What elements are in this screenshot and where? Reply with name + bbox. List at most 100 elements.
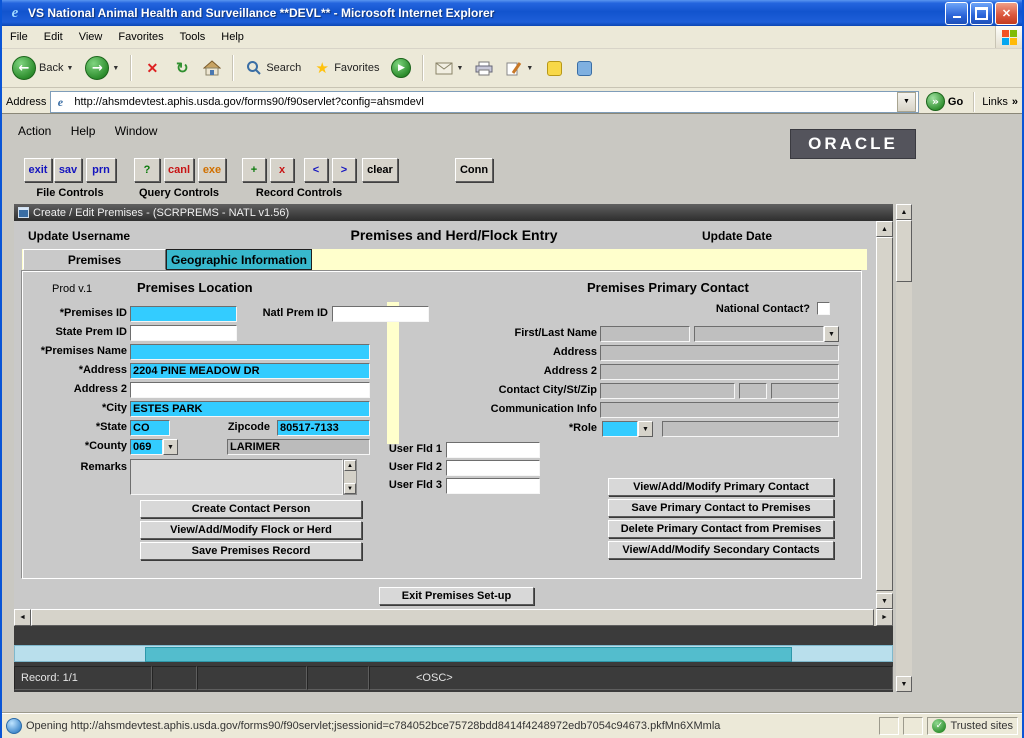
first-name-field[interactable] (600, 326, 690, 342)
links-label[interactable]: Links (982, 96, 1008, 108)
scrollbar-thumb[interactable] (145, 647, 792, 662)
edit-dropdown-icon[interactable]: ▼ (526, 65, 533, 72)
media-button[interactable]: ▶ (387, 56, 415, 80)
contact-state-field[interactable] (739, 383, 767, 399)
menu-favorites[interactable]: Favorites (110, 28, 171, 46)
edit-button[interactable]: ▼ (501, 57, 537, 79)
scroll-right-icon[interactable]: ► (876, 609, 893, 626)
contact-address2-field[interactable] (600, 364, 839, 380)
role-dropdown-button[interactable]: ▼ (638, 421, 653, 437)
close-button[interactable]: ✕ (995, 2, 1018, 25)
remarks-scrollbar[interactable]: ▲ ▼ (343, 459, 357, 495)
scrollbar-thumb[interactable] (31, 609, 874, 626)
query-help-button[interactable]: ? (134, 158, 160, 182)
back-dropdown-icon[interactable]: ▼ (66, 65, 73, 72)
address-input[interactable] (74, 96, 894, 108)
conn-button[interactable]: Conn (455, 158, 493, 182)
maximize-button[interactable] (970, 2, 993, 25)
links-chevron-icon[interactable]: » (1012, 96, 1018, 108)
applet-menu-help[interactable]: Help (71, 124, 96, 138)
forward-button[interactable]: → ▼ (81, 54, 123, 82)
scroll-down-icon[interactable]: ▼ (896, 676, 912, 692)
menu-view[interactable]: View (71, 28, 111, 46)
address-dropdown-button[interactable]: ▼ (897, 92, 916, 112)
scrollbar-thumb[interactable] (876, 237, 893, 591)
scroll-up-icon[interactable]: ▲ (896, 204, 912, 220)
exit-premises-setup-button[interactable]: Exit Premises Set-up (379, 587, 534, 605)
go-button[interactable]: » Go (923, 91, 966, 112)
view-add-modify-primary-contact-button[interactable]: View/Add/Modify Primary Contact (608, 478, 834, 496)
refresh-button[interactable]: ↻ (169, 57, 195, 79)
menu-file[interactable]: File (2, 28, 36, 46)
communication-info-field[interactable] (600, 402, 839, 418)
next-record-button[interactable]: > (332, 158, 356, 182)
discuss-button[interactable] (571, 57, 597, 79)
delete-primary-contact-button[interactable]: Delete Primary Contact from Premises (608, 520, 834, 538)
county-dropdown-button[interactable]: ▼ (163, 439, 178, 455)
tab-premises[interactable]: Premises (23, 249, 166, 270)
scroll-down-icon[interactable]: ▼ (344, 483, 356, 494)
applet-vertical-scrollbar[interactable]: ▲ ▼ (896, 204, 912, 692)
save-primary-contact-button[interactable]: Save Primary Contact to Premises (608, 499, 834, 517)
home-button[interactable] (199, 57, 225, 79)
contact-address-field[interactable] (600, 345, 839, 361)
city-input[interactable] (130, 401, 370, 417)
premises-address2-input[interactable] (130, 382, 370, 398)
state-prem-id-input[interactable] (130, 325, 237, 341)
user-fld3-input[interactable] (446, 478, 540, 494)
remarks-textarea[interactable] (130, 459, 343, 495)
national-contact-checkbox[interactable] (817, 302, 830, 315)
minimize-button[interactable] (945, 2, 968, 25)
exit-button[interactable]: exit (24, 158, 52, 182)
mail-button[interactable]: ▼ (431, 57, 467, 79)
contact-city-field[interactable] (600, 383, 735, 399)
scroll-left-icon[interactable]: ◄ (14, 609, 31, 626)
print-form-button[interactable]: prn (86, 158, 116, 182)
menu-tools[interactable]: Tools (172, 28, 214, 46)
state-input[interactable] (130, 420, 170, 436)
clear-record-button[interactable]: clear (362, 158, 398, 182)
scrollbar-thumb[interactable] (896, 220, 912, 282)
zipcode-input[interactable] (277, 420, 370, 436)
print-button[interactable] (471, 57, 497, 79)
premises-address-input[interactable] (130, 363, 370, 379)
user-fld1-input[interactable] (446, 442, 540, 458)
contact-zip-field[interactable] (771, 383, 839, 399)
messenger-button[interactable] (541, 57, 567, 79)
menu-edit[interactable]: Edit (36, 28, 71, 46)
canvas-horizontal-scrollbar[interactable]: ◄ ► (14, 609, 893, 626)
cancel-query-button[interactable]: canl (164, 158, 194, 182)
forward-dropdown-icon[interactable]: ▼ (112, 65, 119, 72)
view-add-modify-flock-button[interactable]: View/Add/Modify Flock or Herd (140, 521, 362, 539)
natl-prem-id-input[interactable] (332, 306, 429, 322)
mail-dropdown-icon[interactable]: ▼ (456, 65, 463, 72)
last-name-dropdown-button[interactable]: ▼ (824, 326, 839, 342)
applet-menu-window[interactable]: Window (115, 124, 158, 138)
previous-record-button[interactable]: < (304, 158, 328, 182)
mdi-horizontal-scrollbar[interactable] (14, 645, 893, 662)
save-premises-record-button[interactable]: Save Premises Record (140, 542, 362, 560)
scroll-down-icon[interactable]: ▼ (876, 593, 893, 609)
execute-query-button[interactable]: exe (198, 158, 226, 182)
view-add-modify-secondary-contacts-button[interactable]: View/Add/Modify Secondary Contacts (608, 541, 834, 559)
role-input[interactable] (602, 421, 638, 437)
create-contact-person-button[interactable]: Create Contact Person (140, 500, 362, 518)
save-button[interactable]: sav (54, 158, 82, 182)
stop-button[interactable]: ✕ (139, 57, 165, 79)
scroll-up-icon[interactable]: ▲ (344, 460, 356, 471)
search-button[interactable]: Search (241, 57, 305, 79)
county-input[interactable] (130, 439, 163, 455)
user-fld2-input[interactable] (446, 460, 540, 476)
back-button[interactable]: ← Back ▼ (8, 54, 77, 82)
menu-help[interactable]: Help (213, 28, 252, 46)
delete-record-button[interactable]: x (270, 158, 294, 182)
premises-name-input[interactable] (130, 344, 370, 360)
favorites-button[interactable]: ★ Favorites (309, 57, 383, 79)
insert-record-button[interactable]: + (242, 158, 266, 182)
form-window-titlebar[interactable]: Create / Edit Premises - (SCRPREMS - NAT… (14, 204, 893, 221)
applet-menu-action[interactable]: Action (18, 124, 51, 138)
tab-geographic-information[interactable]: Geographic Information (166, 249, 312, 270)
canvas-vertical-scrollbar[interactable]: ▲ ▼ (876, 221, 893, 609)
scroll-up-icon[interactable]: ▲ (876, 221, 893, 237)
role-display-field[interactable] (662, 421, 839, 437)
